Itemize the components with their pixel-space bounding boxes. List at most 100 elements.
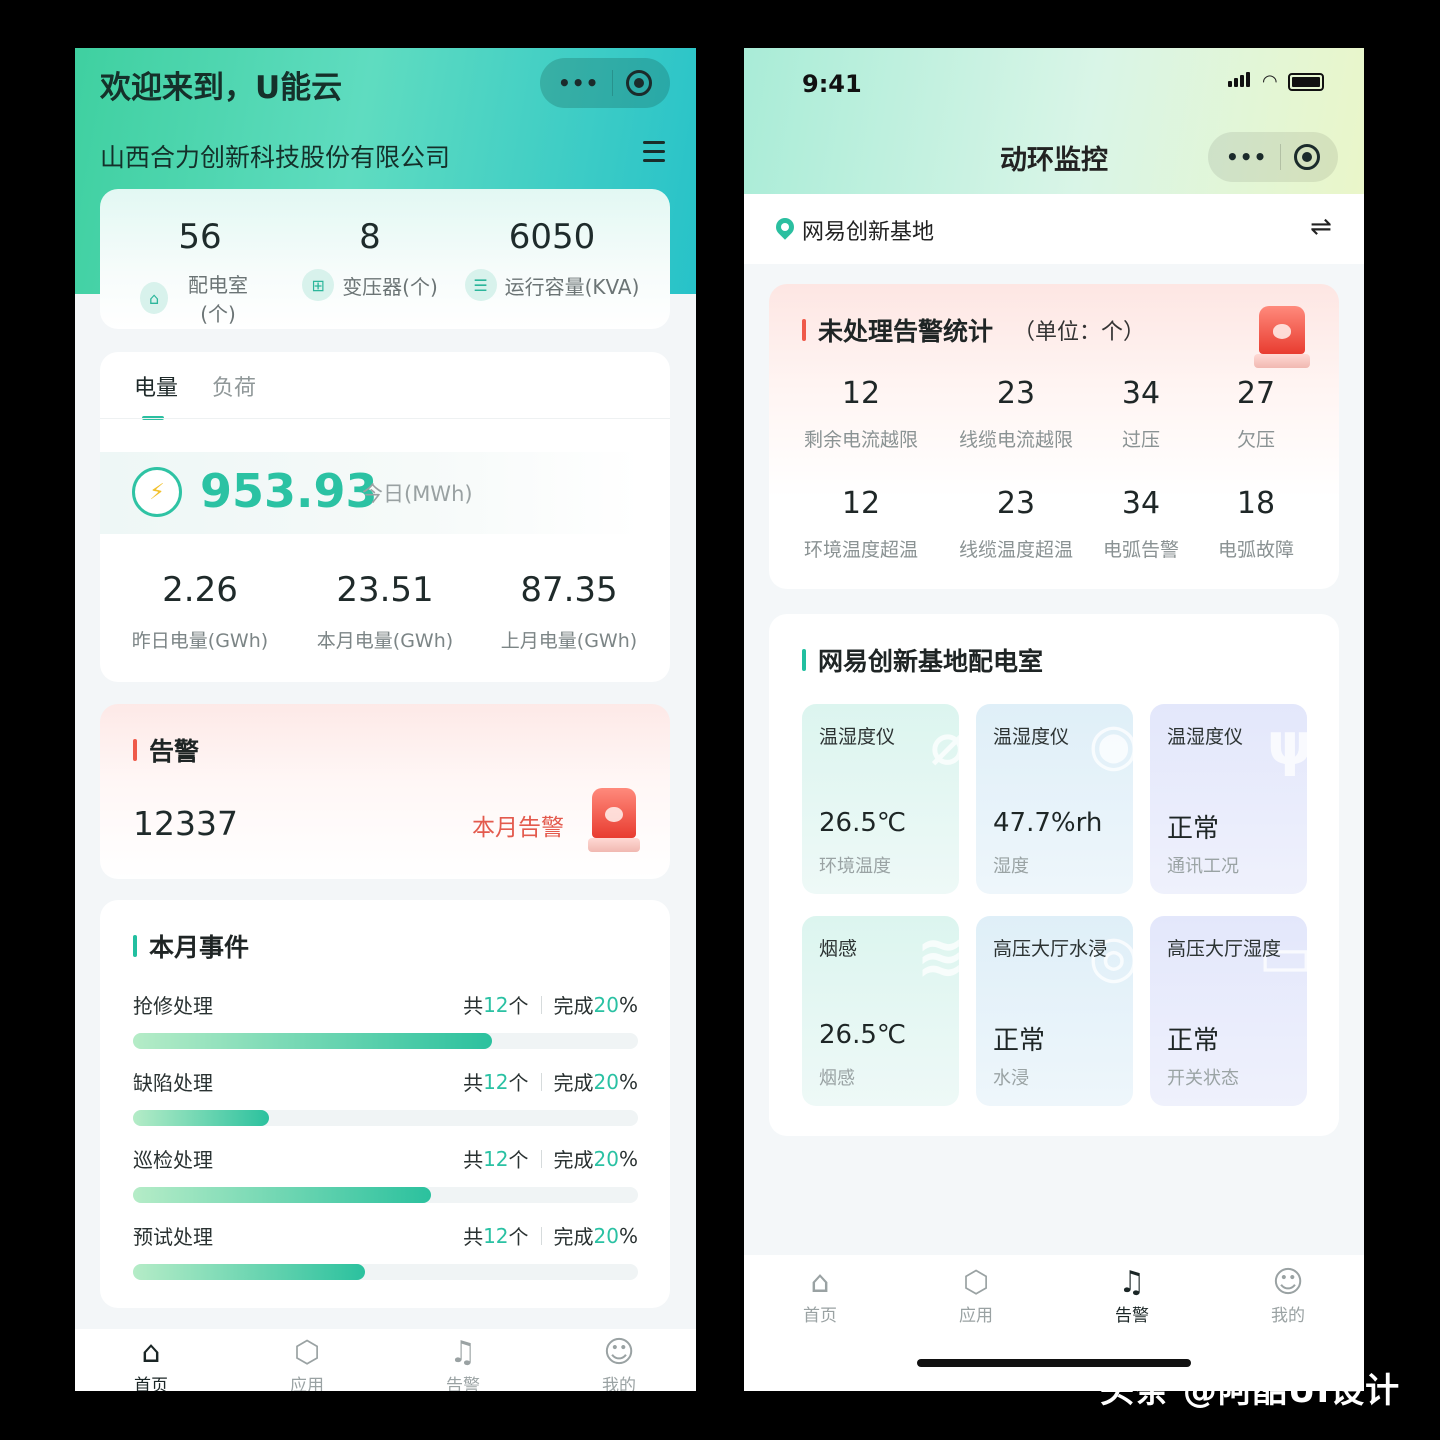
switch-icon[interactable]: ⇌ <box>1310 212 1332 242</box>
device-tile[interactable]: ⌀ 温湿度仪 26.5℃ 环境温度 <box>802 704 959 894</box>
lightning-icon: ⚡ <box>132 467 182 517</box>
location-bar[interactable]: 网易创新基地 ⇌ <box>744 194 1364 264</box>
event-meta: 共 12 个完成 20% <box>463 1067 638 1096</box>
tab-label: 首页 <box>803 1306 837 1326</box>
done-suffix: % <box>618 1223 638 1248</box>
device-tile[interactable]: ◎ 高压大厅水浸 正常 水浸 <box>976 916 1133 1106</box>
tab-label: 应用 <box>290 1376 324 1391</box>
meta-divider <box>540 1226 542 1245</box>
device-tile[interactable]: ψ 温湿度仪 正常 通讯工况 <box>1150 704 1307 894</box>
company-name[interactable]: 山西合力创新科技股份有限公司 <box>100 138 450 174</box>
tab-alarm[interactable]: ♫ 告警 <box>1092 1265 1172 1326</box>
stat-value: 6050 <box>508 217 596 257</box>
stat-value: 56 <box>178 217 222 257</box>
sub-stat-label: 昨日电量(GWh) <box>131 630 269 652</box>
event-row[interactable]: 缺陷处理 共 12 个完成 20% <box>133 1067 638 1126</box>
alarm-title: 告警 <box>133 732 199 768</box>
last-month-energy: 87.35 上月电量(GWh) <box>484 570 654 653</box>
event-name: 预试处理 <box>133 1225 213 1249</box>
alarm-month-label: 本月告警 <box>472 815 564 841</box>
tab-label: 首页 <box>134 1376 168 1391</box>
apps-icon: ⬡ <box>962 1265 990 1300</box>
alarm-stat-cell[interactable]: 27 欠压 <box>1186 376 1326 452</box>
device-title: 高压大厅湿度 <box>1167 938 1282 960</box>
tab-alarm[interactable]: ♫ 告警 <box>423 1335 503 1391</box>
device-tile[interactable]: ◉ 温湿度仪 47.7%rh 湿度 <box>976 704 1133 894</box>
total-suffix: 个 <box>508 994 529 1018</box>
close-target-icon[interactable] <box>1293 144 1320 170</box>
device-tile[interactable]: ≋ 烟感 26.5℃ 烟感 <box>802 916 959 1106</box>
tab-mine[interactable]: ☺ 我的 <box>1248 1265 1328 1326</box>
bell-icon: ♫ <box>1118 1265 1146 1300</box>
stat-capacity[interactable]: 6050 ☰ 运行容量(KVA) <box>462 217 642 301</box>
distribution-room-card: 网易创新基地配电室 ⌀ 温湿度仪 26.5℃ 环境温度 ◉ 温湿度仪 47.7%rh 湿度 ψ 温… <box>769 614 1339 1136</box>
tab-label: 告警 <box>1115 1306 1149 1326</box>
alarm-stat-cell[interactable]: 18 电弧故障 <box>1186 486 1326 562</box>
device-sub-label: 水浸 <box>993 1068 1029 1089</box>
total-prefix: 共 <box>463 1225 484 1249</box>
stat-transformer[interactable]: 8 ⊞ 变压器(个) <box>300 217 440 301</box>
stat-value: 8 <box>359 217 381 257</box>
mini-program-capsule[interactable]: ••• <box>540 58 670 108</box>
droplet-icon: ◉ <box>1088 710 1133 778</box>
tab-mine[interactable]: ☺ 我的 <box>579 1335 659 1391</box>
stat-label: 配电室(个) <box>188 273 249 326</box>
alarm-card[interactable]: 告警 12337 本月告警 <box>100 704 670 879</box>
smoke-icon: ≋ <box>916 922 959 990</box>
device-value: 26.5℃ <box>819 1020 907 1050</box>
tab-home[interactable]: ⌂ 首页 <box>111 1335 191 1391</box>
sub-stat-label: 上月电量(GWh) <box>500 630 638 652</box>
stat-label: 运行容量(KVA) <box>504 274 640 299</box>
house-icon: ⌂ <box>140 282 169 314</box>
alarm-stat-label: 剩余电流越限 <box>803 429 918 451</box>
pending-alarm-card: 未处理告警统计 （单位：个） 12 剩余电流越限 23 线缆电流越限 34 过压 27 欠压 1… <box>769 284 1339 589</box>
more-icon[interactable]: ••• <box>558 71 599 95</box>
tab-label: 我的 <box>602 1376 636 1391</box>
done-prefix: 完成 <box>553 1225 594 1249</box>
total-prefix: 共 <box>463 994 484 1018</box>
user-icon: ☺ <box>603 1335 635 1370</box>
sub-stat-value: 23.51 <box>336 570 434 610</box>
device-tile[interactable]: ▭ 高压大厅湿度 正常 开关状态 <box>1150 916 1307 1106</box>
alarm-stat-cell[interactable]: 12 剩余电流越限 <box>781 376 941 452</box>
events-title: 本月事件 <box>133 928 249 964</box>
total-suffix: 个 <box>508 1148 529 1172</box>
title-accent-bar <box>802 649 806 671</box>
battery-icon <box>1287 73 1324 91</box>
pending-title-text: 未处理告警统计 <box>818 317 994 346</box>
menu-icon[interactable] <box>643 141 665 163</box>
event-row[interactable]: 巡检处理 共 12 个完成 20% <box>133 1144 638 1203</box>
alarm-stat-value: 12 <box>841 376 881 411</box>
tab-apps[interactable]: ⬡ 应用 <box>936 1265 1016 1326</box>
done-suffix: % <box>618 992 638 1017</box>
event-row[interactable]: 预试处理 共 12 个完成 20% <box>133 1221 638 1280</box>
total-count: 12 <box>483 1146 509 1171</box>
more-icon[interactable]: ••• <box>1226 145 1267 169</box>
stat-distribution-room[interactable]: 56 ⌂ 配电室(个) <box>140 217 260 327</box>
tab-load[interactable]: 负荷 <box>212 370 256 402</box>
meta-divider <box>540 1149 542 1168</box>
alarm-stat-label: 环境温度超温 <box>803 539 918 561</box>
database-icon: ☰ <box>464 269 497 301</box>
event-row[interactable]: 抢修处理 共 12 个完成 20% <box>133 990 638 1049</box>
location-name: 网易创新基地 <box>802 220 935 245</box>
energy-card: 电量 负荷 ⚡ 953.93 今日(MWh) 2.26 昨日电量(GWh) 23… <box>100 352 670 682</box>
done-percent: 20 <box>593 1146 619 1171</box>
done-percent: 20 <box>593 1069 619 1094</box>
home-icon: ⌂ <box>141 1335 161 1370</box>
alarm-stat-value: 18 <box>1236 486 1276 521</box>
device-value: 正常 <box>993 1026 1046 1056</box>
tab-energy[interactable]: 电量 <box>134 370 178 420</box>
close-target-icon[interactable] <box>625 70 652 96</box>
alarm-stat-cell[interactable]: 12 环境温度超温 <box>781 486 941 562</box>
tab-label: 告警 <box>446 1376 480 1391</box>
progress-track <box>133 1110 638 1126</box>
tab-home[interactable]: ⌂ 首页 <box>780 1265 860 1326</box>
done-percent: 20 <box>593 992 619 1017</box>
sub-stat-label: 本月电量(GWh) <box>316 630 454 652</box>
tab-apps[interactable]: ⬡ 应用 <box>267 1335 347 1391</box>
event-name: 缺陷处理 <box>133 1071 213 1095</box>
mini-program-capsule[interactable]: ••• <box>1208 132 1338 182</box>
device-sub-label: 烟感 <box>819 1068 855 1089</box>
transformer-icon: ⊞ <box>302 269 335 301</box>
